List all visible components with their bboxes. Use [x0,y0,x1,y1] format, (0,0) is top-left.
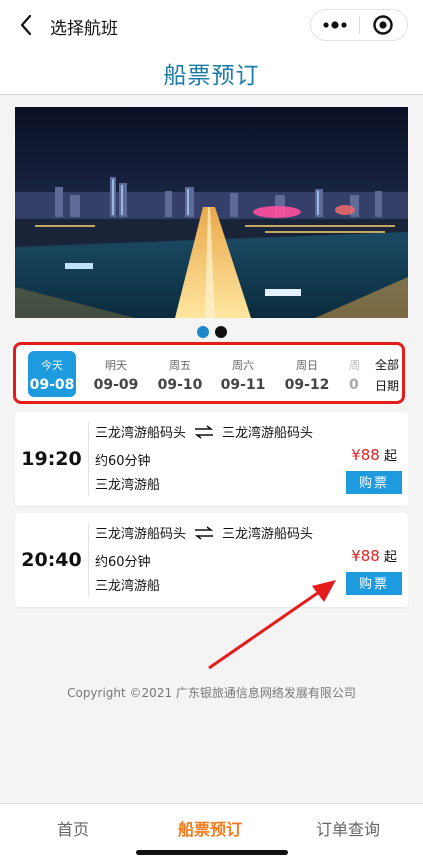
carousel-indicator [0,326,423,340]
trip-route: 三龙湾游船码头 三龙湾游船码头 [95,422,313,441]
price-suffix: 起 [383,449,397,464]
date-weekday: 周五 [169,359,191,372]
buy-ticket-button[interactable]: 购票 [346,471,402,494]
copyright-text: Copyright ©2021 广东银旅通信息网络发展有限公司 [67,686,356,700]
page-title: 船票预订 [163,63,260,89]
date-item-today[interactable]: 今天 09-08 [28,351,76,397]
chevron-left-icon [20,14,32,36]
date-weekday: 明天 [105,359,127,372]
swap-arrows-icon [194,424,214,439]
target-close-icon [373,15,393,35]
nav-item-ticket-booking[interactable]: 船票预订 [178,816,242,840]
vessel-name: 三龙湾游船 [95,579,161,594]
carousel-dot-active[interactable] [196,326,209,338]
date-item[interactable]: 周日 09-12 [283,351,331,397]
departure-time: 20:40 [21,549,82,571]
trip-card[interactable]: 20:40 三龙湾游船码头 三龙湾游船码头 约60分钟 三龙湾游船 ¥88 起 … [15,513,408,607]
trip-card[interactable]: 19:20 三龙湾游船码头 三龙湾游船码头 约60分钟 三龙湾游船 ¥88 起 … [15,412,408,506]
trip-duration: 约60分钟 [95,555,151,570]
date-weekday: 周 [349,359,360,372]
ticket-price: ¥88 起 [351,445,397,464]
carousel-dot[interactable] [214,326,227,338]
date-value: 09-11 [220,377,266,393]
all-dates-label-top: 全部 [374,358,399,372]
topbar-title: 选择航班 [50,19,118,39]
route-destination: 三龙湾游船码头 [222,527,314,542]
nav-item-home[interactable]: 首页 [57,816,89,840]
route-origin: 三龙湾游船码头 [95,426,187,441]
all-dates-label-bottom: 日期 [374,379,399,393]
date-value: 09-08 [29,377,75,393]
date-value: 0 [349,377,359,393]
more-menu-button[interactable] [311,10,359,40]
date-selector: 今天 09-08 明天 09-09 周五 09-10 周六 09-11 周日 0… [13,342,405,404]
date-weekday: 今天 [41,359,63,372]
trip-route: 三龙湾游船码头 三龙湾游船码头 [95,523,313,542]
more-dots-icon [323,21,347,29]
buy-ticket-button[interactable]: 购票 [346,572,402,595]
swap-arrows-icon [194,525,214,540]
home-indicator [136,850,288,855]
date-item-partial[interactable]: 周 0 [349,351,363,397]
trip-duration: 约60分钟 [95,454,151,469]
date-value: 09-10 [157,377,203,393]
date-value: 09-12 [284,377,330,393]
banner-image[interactable] [15,107,408,318]
date-weekday: 周日 [296,359,318,372]
card-divider [88,523,89,597]
departure-time: 19:20 [21,448,82,470]
date-value: 09-09 [93,377,139,393]
vessel-name: 三龙湾游船 [95,478,161,493]
route-origin: 三龙湾游船码头 [95,527,187,542]
date-item[interactable]: 周六 09-11 [219,351,267,397]
mini-program-capsule [310,9,408,41]
price-amount: ¥88 [351,446,380,464]
date-item[interactable]: 周五 09-10 [156,351,204,397]
ticket-price: ¥88 起 [351,546,397,565]
page-header: 船票预订 [0,50,423,95]
route-destination: 三龙湾游船码头 [222,426,314,441]
card-divider [88,422,89,496]
date-weekday: 周六 [232,359,254,372]
top-bar: 选择航班 [0,0,423,50]
nav-item-order-lookup[interactable]: 订单查询 [316,816,380,840]
price-amount: ¥88 [351,547,380,565]
back-button[interactable] [14,11,38,39]
all-dates-button[interactable]: 全部 日期 [368,351,402,397]
price-suffix: 起 [383,550,397,565]
close-mini-program-button[interactable] [359,10,407,40]
date-item[interactable]: 明天 09-09 [92,351,140,397]
night-city-photo [15,107,408,318]
